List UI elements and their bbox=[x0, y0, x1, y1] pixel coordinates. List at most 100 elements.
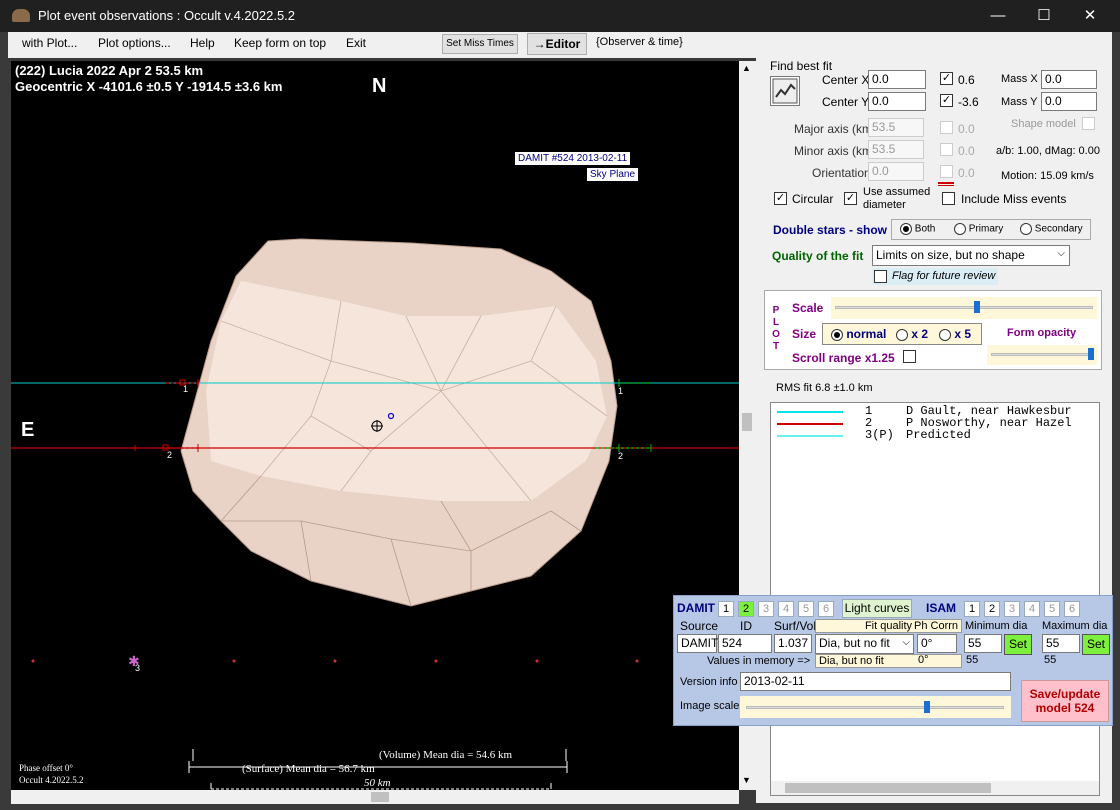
source-input[interactable]: DAMIT bbox=[677, 634, 718, 653]
size-group: normal x 2 x 5 bbox=[822, 323, 982, 345]
mass-y-input[interactable]: 0.0 bbox=[1041, 92, 1097, 111]
mass-y-label: Mass Y bbox=[1001, 96, 1038, 108]
center-x-input[interactable]: 0.0 bbox=[868, 70, 926, 89]
damit-tab-1[interactable]: 1 bbox=[718, 601, 734, 617]
circular-checkbox[interactable]: ✓ bbox=[774, 192, 787, 205]
damit-tab-5[interactable]: 5 bbox=[798, 601, 814, 617]
surface-dia-label: (Surface) Mean dia = 56.7 km bbox=[242, 763, 375, 775]
minor-axis-checkbox[interactable] bbox=[940, 143, 953, 156]
mass-x-input[interactable]: 0.0 bbox=[1041, 70, 1097, 89]
legend-hscroll[interactable] bbox=[771, 781, 1099, 795]
menu-keep-on-top[interactable]: Keep form on top bbox=[234, 36, 326, 50]
set-max-button[interactable]: Set bbox=[1082, 634, 1110, 655]
isam-tab-2[interactable]: 2 bbox=[984, 601, 1000, 617]
use-assumed-label: Use assumed bbox=[863, 186, 931, 198]
rms-fit-label: RMS fit 6.8 ±1.0 km bbox=[776, 382, 873, 394]
hscroll-thumb[interactable] bbox=[371, 792, 389, 802]
isam-tab-1[interactable]: 1 bbox=[964, 601, 980, 617]
minimize-icon[interactable]: — bbox=[975, 0, 1021, 32]
max-dia-input[interactable]: 55 bbox=[1042, 634, 1080, 653]
chevron-down-icon: ⌵ bbox=[1057, 248, 1065, 259]
editor-button[interactable]: →Editor bbox=[527, 33, 587, 55]
damit-tab-6[interactable]: 6 bbox=[818, 601, 834, 617]
major-axis-checkbox[interactable] bbox=[940, 121, 953, 134]
image-scale-thumb[interactable] bbox=[923, 701, 930, 713]
opacity-slider[interactable] bbox=[987, 345, 1097, 365]
version-info-input[interactable]: 2013-02-11 bbox=[740, 672, 1011, 691]
radio-secondary[interactable]: Secondary bbox=[1020, 223, 1083, 235]
isam-tab-6[interactable]: 6 bbox=[1064, 601, 1080, 617]
center-y-input[interactable]: 0.0 bbox=[868, 92, 926, 111]
plot-canvas[interactable]: ✱ (222) Lucia 2022 Apr 2 53.5 km Geocent… bbox=[11, 61, 739, 790]
size-label: Size bbox=[792, 327, 817, 341]
menu-help[interactable]: Help bbox=[190, 36, 215, 50]
set-min-button[interactable]: Set bbox=[1004, 634, 1032, 655]
id-input[interactable]: 524 bbox=[718, 634, 772, 653]
plot-side-label: PLOT bbox=[772, 305, 780, 352]
ph-corr-header: Ph Corrn bbox=[914, 620, 959, 632]
orientation-input[interactable]: 0.0 bbox=[868, 162, 924, 181]
best-fit-button[interactable] bbox=[770, 76, 800, 106]
damit-tab-4[interactable]: 4 bbox=[778, 601, 794, 617]
id-header: ID bbox=[740, 619, 752, 633]
radio-normal[interactable]: normal bbox=[831, 327, 886, 341]
center-y-checkbox[interactable]: ✓ bbox=[940, 94, 953, 107]
legend-line-3 bbox=[777, 435, 843, 437]
legend-line-1 bbox=[777, 411, 843, 413]
radio-both[interactable]: Both bbox=[900, 223, 935, 235]
flag-review-checkbox[interactable] bbox=[874, 270, 887, 283]
scroll-range-label: Scroll range x1.25 bbox=[792, 351, 895, 365]
app-icon bbox=[12, 9, 30, 22]
orientation-checkbox[interactable] bbox=[940, 165, 953, 178]
scroll-range-checkbox[interactable] bbox=[903, 350, 916, 363]
mass-x-label: Mass X bbox=[1001, 73, 1038, 85]
scroll-up-icon[interactable]: ▲ bbox=[742, 63, 751, 73]
quality-label: Quality of the fit bbox=[772, 249, 864, 263]
save-update-button[interactable]: Save/update model 524 bbox=[1021, 680, 1109, 722]
shape-model-checkbox[interactable] bbox=[1082, 117, 1095, 130]
legend-line-2 bbox=[777, 423, 843, 425]
plot-horizontal-scrollbar[interactable] bbox=[11, 790, 739, 804]
damit-tab-3[interactable]: 3 bbox=[758, 601, 774, 617]
damit-tab-2[interactable]: 2 bbox=[738, 601, 754, 617]
minor-axis-input[interactable]: 53.5 bbox=[868, 140, 924, 159]
fit-quality-select[interactable]: Dia, but no fit ⌵ bbox=[815, 634, 914, 654]
observer-time-label: {Observer & time} bbox=[596, 36, 683, 48]
set-miss-times-button[interactable]: Set Miss Times bbox=[442, 34, 518, 54]
menu-plot-options[interactable]: Plot options... bbox=[98, 36, 171, 50]
scale-slider-thumb[interactable] bbox=[973, 301, 980, 313]
center-x-checkbox[interactable]: ✓ bbox=[940, 72, 953, 85]
minor-axis-label: Minor axis (km) bbox=[794, 144, 877, 158]
volume-dia-label: (Volume) Mean dia = 54.6 km bbox=[379, 749, 513, 761]
radio-x5[interactable]: x 5 bbox=[939, 327, 971, 341]
title-bar: Plot event observations : Occult v.4.202… bbox=[0, 0, 1120, 32]
menu-exit[interactable]: Exit bbox=[346, 36, 366, 50]
radio-x2[interactable]: x 2 bbox=[896, 327, 928, 341]
scale-slider[interactable] bbox=[831, 297, 1097, 319]
ab-dmag-label: a/b: 1.00, dMag: 0.00 bbox=[996, 145, 1100, 157]
include-miss-checkbox[interactable] bbox=[942, 192, 955, 205]
surfvol-input[interactable]: 1.037 bbox=[774, 634, 812, 653]
opacity-slider-thumb[interactable] bbox=[1087, 348, 1094, 360]
menu-with-plot[interactable]: with Plot... bbox=[22, 36, 77, 50]
chord-label-1-right: 1 bbox=[618, 386, 624, 396]
light-curves-button[interactable]: Light curves bbox=[842, 599, 912, 618]
use-assumed-checkbox[interactable]: ✓ bbox=[844, 192, 857, 205]
radio-primary[interactable]: Primary bbox=[954, 223, 1003, 235]
major-axis-input[interactable]: 53.5 bbox=[868, 118, 924, 137]
legend-hscroll-thumb[interactable] bbox=[785, 783, 991, 793]
isam-tab-5[interactable]: 5 bbox=[1044, 601, 1060, 617]
find-best-fit-title: Find best fit bbox=[770, 59, 833, 73]
isam-tab-3[interactable]: 3 bbox=[1004, 601, 1020, 617]
image-scale-slider[interactable] bbox=[740, 696, 1011, 718]
close-icon[interactable]: ✕ bbox=[1067, 0, 1113, 32]
scroll-down-icon[interactable]: ▼ bbox=[742, 775, 751, 785]
maximize-icon[interactable]: ☐ bbox=[1021, 0, 1067, 32]
quality-select[interactable]: Limits on size, but no shape ⌵ bbox=[872, 245, 1070, 266]
scroll-thumb[interactable] bbox=[742, 413, 752, 431]
ph-corr-input[interactable]: 0° bbox=[917, 634, 957, 653]
center-y-check-value: -3.6 bbox=[958, 95, 979, 109]
flag-review-row[interactable]: Flag for future review bbox=[872, 268, 998, 285]
min-dia-input[interactable]: 55 bbox=[964, 634, 1002, 653]
isam-tab-4[interactable]: 4 bbox=[1024, 601, 1040, 617]
